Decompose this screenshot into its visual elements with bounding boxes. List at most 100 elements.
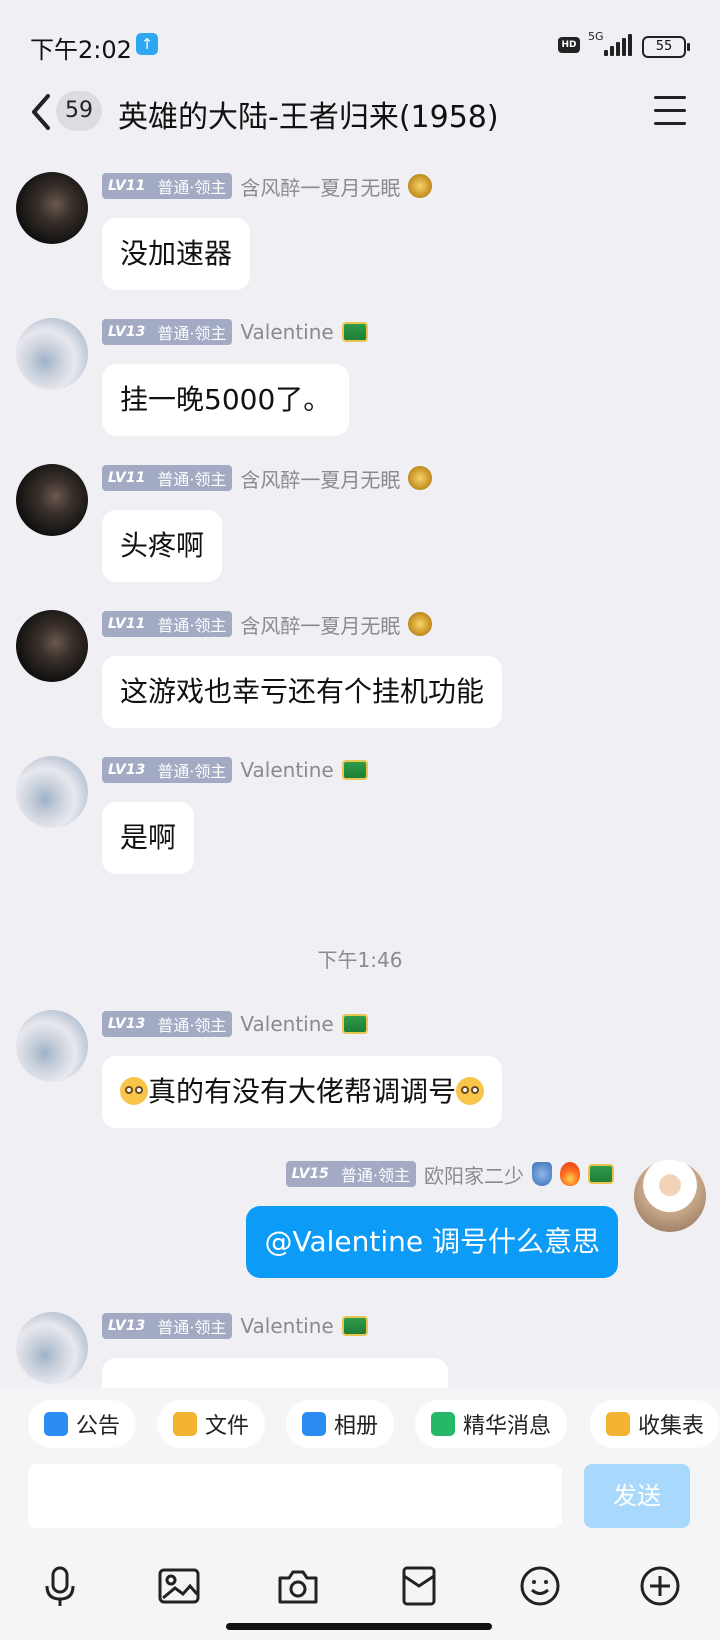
quick-action-announcement[interactable]: 公告 (28, 1400, 137, 1448)
crown-badge-icon (408, 466, 433, 490)
avatar[interactable] (16, 318, 88, 390)
sender-name[interactable]: Valentine (240, 758, 333, 782)
unread-count-badge[interactable]: 59 (56, 91, 102, 131)
message-bubble[interactable]: 头疼啊 (102, 510, 223, 582)
message-meta: LV11 普通·领主 含风醉一夏月无眠 (102, 610, 433, 639)
level-label: LV13 (108, 1318, 146, 1334)
avatar[interactable] (634, 1160, 706, 1232)
sender-name[interactable]: 含风醉一夏月无眠 (240, 464, 400, 493)
level-label: LV13 (108, 1016, 146, 1032)
album-icon (302, 1412, 326, 1436)
signal-icon (604, 34, 632, 56)
level-label: LV11 (108, 616, 146, 632)
pleading-face-icon (456, 1077, 485, 1105)
message-bubble[interactable]: 挂一晚5000了。 (102, 364, 350, 436)
message-input[interactable] (28, 1464, 562, 1528)
role-label: 普通·领主 (157, 470, 227, 489)
announcement-icon (44, 1412, 68, 1436)
message-bubble[interactable]: 这游戏也幸亏还有个挂机功能 (102, 656, 503, 728)
level-badge: LV13 普通·领主 (102, 1011, 233, 1037)
role-label: 普通·领主 (157, 324, 227, 343)
level-badge: LV13 普通·领主 (102, 1313, 233, 1339)
role-label: 普通·领主 (157, 762, 227, 781)
microphone-icon[interactable] (38, 1564, 82, 1608)
sender-name[interactable]: Valentine (240, 1012, 333, 1036)
message-meta: LV13 普通·领主 Valentine (102, 756, 368, 784)
network-label: 5G (588, 30, 604, 43)
quick-action-form[interactable]: 收集表 (590, 1400, 720, 1448)
message-meta: LV11 普通·领主 含风醉一夏月无眠 (102, 464, 433, 493)
quick-action-label: 文件 (205, 1414, 250, 1439)
treasure-badge-icon (341, 760, 368, 780)
avatar[interactable] (16, 610, 88, 682)
message-bubble-partial[interactable] (102, 1358, 448, 1388)
avatar[interactable] (16, 172, 88, 244)
pleading-face-icon (120, 1077, 148, 1105)
red-packet-icon[interactable] (397, 1564, 441, 1608)
message-bubble[interactable]: @Valentine 调号什么意思 (246, 1206, 618, 1278)
menu-icon[interactable] (654, 96, 686, 126)
emoji-icon[interactable] (518, 1564, 562, 1608)
sender-name[interactable]: Valentine (240, 320, 333, 344)
message-meta: LV11 普通·领主 含风醉一夏月无眠 (102, 172, 433, 201)
avatar[interactable] (16, 464, 88, 536)
camera-icon[interactable] (276, 1564, 320, 1608)
level-badge: LV15 普通·领主 (285, 1161, 416, 1187)
quick-action-files[interactable]: 文件 (157, 1400, 266, 1448)
quick-action-label: 相册 (334, 1414, 379, 1439)
battery-icon: 55 (642, 36, 690, 58)
shield-badge-icon (532, 1162, 552, 1186)
treasure-badge-icon (341, 1316, 368, 1336)
upload-icon: ↑ (136, 33, 158, 55)
send-button[interactable]: 发送 (584, 1464, 690, 1528)
level-label: LV15 (291, 1166, 329, 1182)
quick-action-album[interactable]: 相册 (286, 1400, 395, 1448)
level-badge: LV13 普通·领主 (102, 757, 233, 783)
clipboard-icon (606, 1412, 630, 1436)
role-label: 普通·领主 (157, 178, 227, 197)
message-text: 真的有没有大佬帮调调号 (148, 1075, 457, 1108)
highlight-icon (431, 1412, 455, 1436)
message-meta: LV15 普通·领主 欧阳家二少 (285, 1160, 614, 1189)
role-label: 普通·领主 (157, 616, 227, 635)
crown-badge-icon (408, 612, 433, 636)
plus-icon[interactable] (638, 1564, 682, 1608)
quick-actions: 公告 文件 相册 精华消息 收集表 (0, 1400, 720, 1448)
chat-header: 59 英雄的大陆-王者归来(1958) (0, 70, 720, 155)
treasure-badge-icon (341, 322, 368, 342)
sender-name[interactable]: 含风醉一夏月无眠 (240, 172, 400, 201)
toolbar (0, 1556, 720, 1616)
hd-icon: HD (558, 37, 580, 53)
level-badge: LV11 普通·领主 (102, 465, 233, 491)
message-bubble[interactable]: 没加速器 (102, 218, 251, 290)
fire-badge-icon (560, 1162, 580, 1186)
level-badge: LV11 普通·领主 (102, 173, 233, 199)
image-icon[interactable] (157, 1564, 201, 1608)
avatar[interactable] (16, 1312, 88, 1384)
home-indicator[interactable] (226, 1623, 492, 1630)
level-badge: LV11 普通·领主 (102, 611, 233, 637)
sender-name[interactable]: Valentine (240, 1314, 333, 1338)
message-meta: LV13 普通·领主 Valentine (102, 318, 368, 346)
group-title: 英雄的大陆-王者归来(1958) (118, 100, 499, 135)
role-label: 普通·领主 (157, 1318, 227, 1337)
chat-timestamp: 下午1:46 (317, 948, 403, 972)
input-panel: 公告 文件 相册 精华消息 收集表 发送 (0, 1388, 720, 1640)
avatar[interactable] (16, 756, 88, 828)
quick-action-highlights[interactable]: 精华消息 (415, 1400, 568, 1448)
status-time: 下午2:02 (30, 36, 132, 64)
message-bubble[interactable]: 是啊 (102, 802, 195, 874)
role-label: 普通·领主 (340, 1166, 410, 1185)
sender-name[interactable]: 含风醉一夏月无眠 (240, 610, 400, 639)
message-bubble[interactable]: 真的有没有大佬帮调调号 (102, 1056, 503, 1128)
level-badge: LV13 普通·领主 (102, 319, 233, 345)
level-label: LV11 (108, 178, 146, 194)
avatar[interactable] (16, 1010, 88, 1082)
level-label: LV13 (108, 762, 146, 778)
treasure-badge-icon (588, 1164, 614, 1184)
treasure-badge-icon (341, 1014, 368, 1034)
crown-badge-icon (408, 174, 433, 198)
sender-name[interactable]: 欧阳家二少 (424, 1160, 524, 1189)
quick-action-label: 收集表 (638, 1414, 705, 1439)
folder-icon (173, 1412, 197, 1436)
